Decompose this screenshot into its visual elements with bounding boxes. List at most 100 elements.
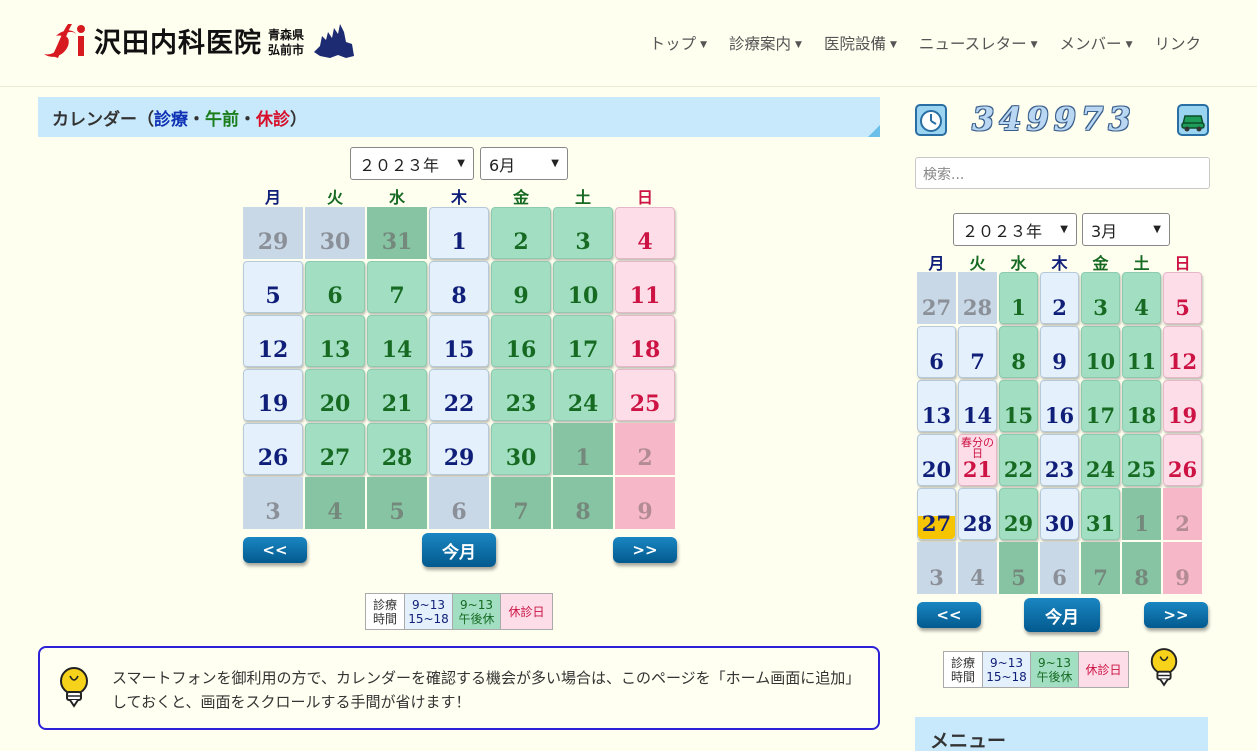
calendar-day[interactable]: 12: [243, 315, 303, 367]
calendar-day[interactable]: 18: [615, 315, 675, 367]
sidebar-prev-month-button[interactable]: <<: [917, 602, 981, 628]
calendar-day[interactable]: 20: [917, 434, 956, 486]
calendar-day[interactable]: 1: [1122, 488, 1161, 540]
calendar-day[interactable]: 25: [1122, 434, 1161, 486]
calendar-day[interactable]: 15: [999, 380, 1038, 432]
calendar-day[interactable]: 2: [1163, 488, 1202, 540]
sidebar-next-month-button[interactable]: >>: [1144, 602, 1208, 628]
calendar-day[interactable]: 9: [491, 261, 551, 313]
calendar-day[interactable]: 27: [917, 488, 956, 540]
calendar-day[interactable]: 17: [1081, 380, 1120, 432]
nav-item-2[interactable]: 医院設備 ▼: [824, 32, 897, 54]
calendar-day[interactable]: 春分の日 21: [958, 434, 997, 486]
calendar-day[interactable]: 2: [615, 423, 675, 475]
calendar-day[interactable]: 30: [1040, 488, 1079, 540]
calendar-day[interactable]: 23: [491, 369, 551, 421]
sidebar-year-select[interactable]: ２０２３年 ▼: [953, 213, 1077, 246]
calendar-day[interactable]: 28: [958, 488, 997, 540]
calendar-day[interactable]: 15: [429, 315, 489, 367]
calendar-day[interactable]: 14: [958, 380, 997, 432]
nav-item-1[interactable]: 診療案内 ▼: [729, 32, 802, 54]
main-year-select[interactable]: ２０２３年 ▼: [350, 147, 474, 180]
calendar-day[interactable]: 26: [1163, 434, 1202, 486]
calendar-day[interactable]: 22: [429, 369, 489, 421]
calendar-day[interactable]: 8: [1122, 542, 1161, 594]
calendar-day[interactable]: 29: [999, 488, 1038, 540]
calendar-day[interactable]: 27: [305, 423, 365, 475]
site-logo[interactable]: 沢田内科医院: [42, 20, 262, 60]
calendar-day[interactable]: 19: [243, 369, 303, 421]
calendar-day[interactable]: 24: [553, 369, 613, 421]
calendar-day[interactable]: 3: [553, 207, 613, 259]
calendar-day[interactable]: 3: [243, 477, 303, 529]
calendar-day[interactable]: 7: [491, 477, 551, 529]
calendar-day[interactable]: 2: [491, 207, 551, 259]
calendar-day[interactable]: 6: [429, 477, 489, 529]
calendar-day[interactable]: 28: [958, 272, 997, 324]
calendar-day[interactable]: 6: [305, 261, 365, 313]
calendar-day[interactable]: 30: [491, 423, 551, 475]
nav-item-5[interactable]: リンク: [1154, 32, 1201, 54]
calendar-day[interactable]: 10: [1081, 326, 1120, 378]
calendar-day[interactable]: 31: [1081, 488, 1120, 540]
calendar-day[interactable]: 16: [1040, 380, 1079, 432]
calendar-day[interactable]: 2: [1040, 272, 1079, 324]
calendar-day[interactable]: 31: [367, 207, 427, 259]
calendar-day[interactable]: 30: [305, 207, 365, 259]
calendar-day[interactable]: 4: [305, 477, 365, 529]
calendar-day[interactable]: 17: [553, 315, 613, 367]
calendar-day[interactable]: 4: [958, 542, 997, 594]
calendar-day[interactable]: 5: [367, 477, 427, 529]
main-prev-month-button[interactable]: <<: [243, 537, 307, 563]
calendar-day[interactable]: 1: [553, 423, 613, 475]
main-next-month-button[interactable]: >>: [613, 537, 677, 563]
calendar-day[interactable]: 19: [1163, 380, 1202, 432]
main-this-month-button[interactable]: 今月: [422, 533, 496, 567]
calendar-day[interactable]: 4: [1122, 272, 1161, 324]
calendar-day[interactable]: 7: [958, 326, 997, 378]
calendar-day[interactable]: 27: [917, 272, 956, 324]
calendar-day[interactable]: 10: [553, 261, 613, 313]
calendar-day[interactable]: 6: [917, 326, 956, 378]
calendar-day[interactable]: 5: [1163, 272, 1202, 324]
calendar-day[interactable]: 8: [553, 477, 613, 529]
calendar-day[interactable]: 13: [917, 380, 956, 432]
calendar-day[interactable]: 18: [1122, 380, 1161, 432]
calendar-day[interactable]: 5: [243, 261, 303, 313]
nav-item-3[interactable]: ニュースレター ▼: [919, 32, 1038, 54]
calendar-day[interactable]: 21: [367, 369, 427, 421]
calendar-day[interactable]: 12: [1163, 326, 1202, 378]
calendar-day[interactable]: 6: [1040, 542, 1079, 594]
calendar-day[interactable]: 5: [999, 542, 1038, 594]
main-month-select[interactable]: 6月 ▼: [480, 147, 568, 180]
calendar-day[interactable]: 23: [1040, 434, 1079, 486]
search-input[interactable]: 検索...: [915, 157, 1210, 189]
calendar-day[interactable]: 7: [367, 261, 427, 313]
calendar-day[interactable]: 28: [367, 423, 427, 475]
nav-item-0[interactable]: トップ ▼: [650, 32, 707, 54]
calendar-day[interactable]: 9: [1040, 326, 1079, 378]
calendar-day[interactable]: 8: [429, 261, 489, 313]
nav-item-4[interactable]: メンバー ▼: [1060, 32, 1133, 54]
calendar-day[interactable]: 26: [243, 423, 303, 475]
calendar-day[interactable]: 11: [615, 261, 675, 313]
calendar-day[interactable]: 14: [367, 315, 427, 367]
calendar-day[interactable]: 8: [999, 326, 1038, 378]
calendar-day[interactable]: 7: [1081, 542, 1120, 594]
calendar-day[interactable]: 3: [917, 542, 956, 594]
calendar-day[interactable]: 16: [491, 315, 551, 367]
calendar-day[interactable]: 22: [999, 434, 1038, 486]
calendar-day[interactable]: 9: [615, 477, 675, 529]
sidebar-month-select[interactable]: 3月 ▼: [1082, 213, 1170, 246]
calendar-day[interactable]: 29: [243, 207, 303, 259]
calendar-day[interactable]: 13: [305, 315, 365, 367]
calendar-day[interactable]: 4: [615, 207, 675, 259]
calendar-day[interactable]: 20: [305, 369, 365, 421]
calendar-day[interactable]: 3: [1081, 272, 1120, 324]
calendar-day[interactable]: 24: [1081, 434, 1120, 486]
calendar-day[interactable]: 9: [1163, 542, 1202, 594]
calendar-day[interactable]: 25: [615, 369, 675, 421]
calendar-day[interactable]: 1: [999, 272, 1038, 324]
calendar-day[interactable]: 1: [429, 207, 489, 259]
sidebar-this-month-button[interactable]: 今月: [1024, 598, 1100, 632]
